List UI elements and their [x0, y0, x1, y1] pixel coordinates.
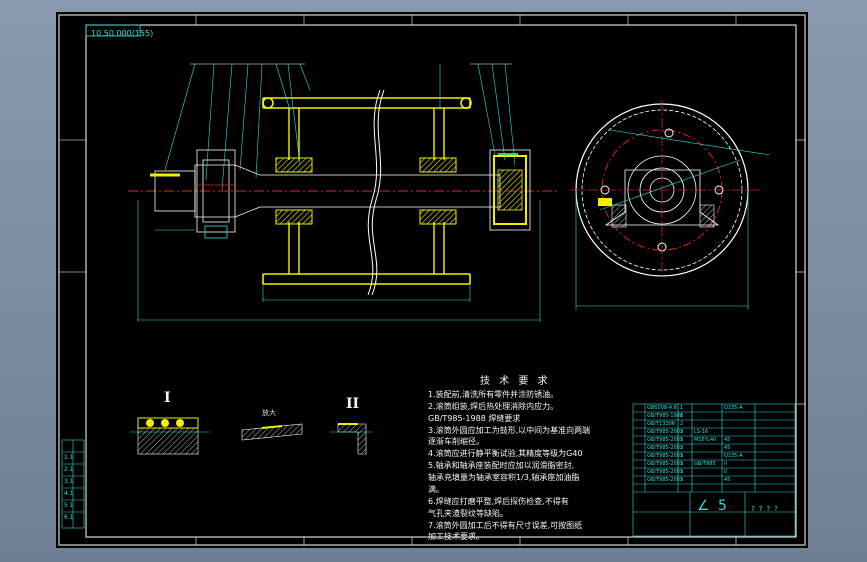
drawing-number: 10.50.000(155): [91, 29, 154, 38]
parts-list-cell: GB/T985-2003: [647, 429, 684, 435]
parts-list-cell: GB/T985-2003: [647, 437, 684, 443]
parts-list-cell: II: [724, 469, 727, 475]
parts-list-cell: 1: [680, 437, 684, 443]
margin-label: 1.1: [64, 454, 74, 461]
title-block-mark: ∠ 5: [697, 498, 729, 514]
parts-list-cell: GB/T13306: [647, 421, 675, 427]
note-line: 7.滚筒外圆加工后不得有尺寸误差,可按图纸: [428, 521, 583, 530]
note-line: 加工技术要求。: [428, 532, 484, 541]
note-line: 3.滚筒外圆应加工为鼓形,以中间为基准向两端: [428, 426, 591, 435]
parts-list-cell: 1: [680, 453, 684, 459]
parts-list-cell: Q235-A: [724, 405, 743, 411]
margin-label: 4.1: [64, 490, 74, 497]
parts-list-cell: 1: [680, 461, 684, 467]
parts-list-cell: 45: [724, 477, 731, 483]
parts-list-cell: 2: [680, 445, 684, 451]
parts-list-cell: 1: [680, 405, 684, 411]
note-line: 6.焊缝应打磨平整,焊后探伤检查,不得有: [428, 497, 569, 506]
parts-list-cell: GB/T985: [694, 461, 716, 467]
detail-caption: 放大: [262, 409, 276, 417]
parts-list-cell: GB/T985-2003: [647, 461, 684, 467]
section-label-I: I: [164, 390, 171, 406]
parts-list-cell: GB6008-4.8: [647, 405, 677, 411]
parts-list-cell: 45: [724, 445, 731, 451]
note-line: GB/T985-1988 焊缝要求: [428, 414, 521, 423]
margin-label: 5.1: [64, 502, 74, 509]
parts-list-cell: 2: [680, 421, 684, 427]
parts-list-cell: M16*L40: [694, 437, 717, 443]
margin-label: 3.1: [64, 478, 74, 485]
note-line: 气孔夹渣裂纹等缺陷。: [428, 509, 508, 518]
parts-list-cell: II: [724, 461, 727, 467]
note-line: 1.装配前,清洗所有零件并涂防锈油。: [428, 390, 559, 399]
parts-list-cell: 2: [680, 429, 684, 435]
parts-list-cell: GB/T985-2003: [647, 453, 684, 459]
parts-list-cell: GB/T985-2003: [647, 477, 684, 483]
note-line: 4.滚筒应进行静平衡试验,其精度等级为G40: [428, 449, 583, 458]
note-line: 5.轴承和轴承座装配时应加以润滑脂密封,: [428, 461, 575, 470]
note-line: 2.滚筒组装,焊后热处理消除内应力。: [428, 402, 559, 411]
note-line: 轴承充填量为轴承室容积1/3,轴承座加油脂: [428, 473, 580, 482]
section-label-II: II: [346, 396, 360, 412]
note-line: 满。: [428, 485, 444, 494]
note-line: 逐渐车削缩径。: [428, 437, 484, 446]
margin-label: 6.1: [64, 514, 74, 521]
technical-requirements-title: 技 术 要 求: [480, 376, 551, 387]
parts-list-cell: GB/T985-2003: [647, 445, 684, 451]
parts-list-cell: 1: [680, 413, 684, 419]
parts-list-cell: GB/T985-2003: [647, 469, 684, 475]
title-block-right-text: ????: [751, 505, 782, 513]
parts-list-cell: 1: [680, 477, 684, 483]
parts-list-cell: GB/T985-1988: [647, 413, 684, 419]
parts-list-cell: 1: [680, 469, 684, 475]
section-detail-I: [130, 417, 210, 455]
parts-list-cell: LS-16: [694, 429, 709, 435]
margin-label: 2.1: [64, 466, 74, 473]
parts-list-cell: Q235-A: [724, 453, 743, 459]
parts-list-cell: 45: [724, 437, 731, 443]
